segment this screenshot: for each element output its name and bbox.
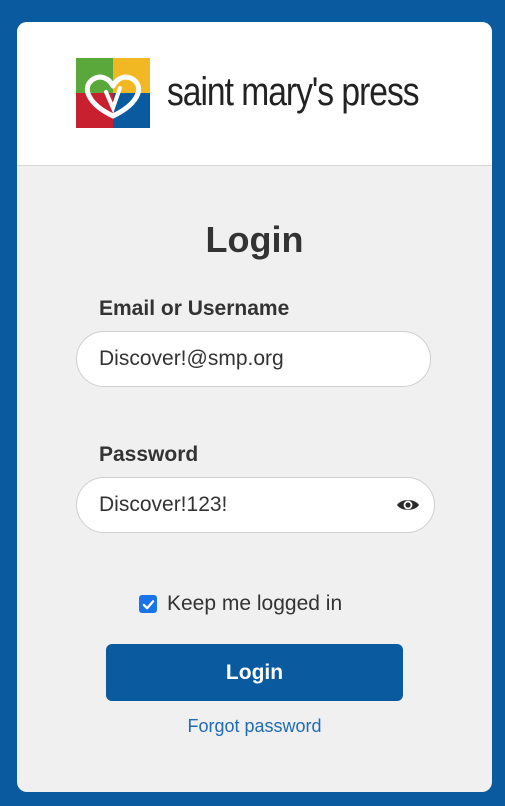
forgot-password-link[interactable]: Forgot password bbox=[17, 714, 492, 738]
email-field-container bbox=[76, 331, 431, 387]
eye-icon[interactable] bbox=[396, 495, 420, 515]
keep-logged-in-label[interactable]: Keep me logged in bbox=[167, 592, 342, 616]
page-title: Login bbox=[205, 219, 304, 260]
password-field-container bbox=[76, 477, 435, 533]
keep-logged-in-checkbox[interactable] bbox=[139, 595, 157, 613]
brand-name: saint mary's press bbox=[167, 70, 420, 114]
saint-marys-press-logo-icon bbox=[76, 58, 150, 128]
email-input[interactable] bbox=[99, 332, 389, 386]
email-label: Email or Username bbox=[99, 297, 290, 320]
checkmark-icon bbox=[142, 599, 154, 609]
keep-logged-in-row: Keep me logged in bbox=[139, 590, 342, 618]
card-header: saint mary's press bbox=[17, 22, 492, 166]
password-input[interactable] bbox=[99, 478, 389, 532]
login-card: saint mary's press Login Email or Userna… bbox=[17, 22, 492, 792]
login-button[interactable]: Login bbox=[106, 644, 403, 701]
password-label: Password bbox=[99, 443, 199, 466]
